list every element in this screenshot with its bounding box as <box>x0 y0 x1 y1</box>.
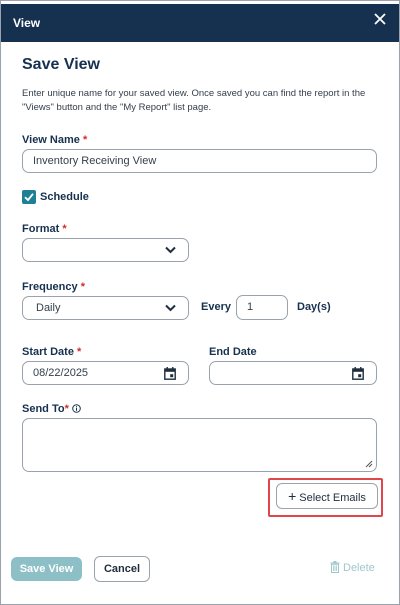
calendar-icon[interactable] <box>352 367 364 380</box>
delete-label: Delete <box>343 562 375 574</box>
start-date-label-text: Start Date <box>22 346 74 358</box>
calendar-icon[interactable] <box>164 367 176 380</box>
required-mark: * <box>80 281 85 293</box>
send-to-label-text: Send To <box>22 403 65 415</box>
required-mark: * <box>64 403 69 415</box>
info-icon[interactable] <box>72 403 81 413</box>
view-name-label: View Name * <box>22 134 87 146</box>
page-title: Save View <box>22 56 100 73</box>
chevron-down-icon <box>165 304 176 312</box>
required-mark: * <box>62 223 67 235</box>
delete-button[interactable]: Delete <box>330 561 375 574</box>
resize-handle-icon[interactable] <box>365 460 373 468</box>
end-date-input[interactable] <box>209 361 377 385</box>
every-input[interactable]: 1 <box>236 295 288 320</box>
required-mark: * <box>77 346 82 358</box>
description-text: Enter unique name for your saved view. O… <box>22 88 366 113</box>
end-date-label: End Date <box>209 346 257 358</box>
plus-icon: + <box>288 488 297 504</box>
every-unit: Day(s) <box>297 301 331 313</box>
trash-icon <box>330 561 340 573</box>
every-label: Every <box>201 301 231 313</box>
frequency-select[interactable]: Daily <box>22 296 189 320</box>
dialog-title: View <box>13 16 41 30</box>
schedule-label: Schedule <box>40 191 89 203</box>
close-icon[interactable] <box>373 12 387 26</box>
chevron-down-icon <box>165 246 176 254</box>
view-name-label-text: View Name <box>22 134 80 146</box>
start-date-value: 08/22/2025 <box>33 367 89 379</box>
cancel-button[interactable]: Cancel <box>94 556 150 582</box>
view-name-input[interactable]: Inventory Receiving View <box>22 149 377 173</box>
format-label-text: Format <box>22 223 60 235</box>
format-select[interactable] <box>22 238 189 262</box>
schedule-checkbox[interactable] <box>22 190 36 204</box>
dialog-header: View <box>1 4 399 42</box>
save-view-button[interactable]: Save View <box>11 557 82 581</box>
frequency-value: Daily <box>36 302 61 314</box>
start-date-label: Start Date * <box>22 346 81 358</box>
required-mark: * <box>82 134 88 146</box>
format-label: Format * <box>22 223 67 235</box>
select-emails-label: Select Emails <box>299 492 366 504</box>
select-emails-button[interactable]: + Select Emails <box>276 483 378 509</box>
start-date-input[interactable]: 08/22/2025 <box>22 361 189 385</box>
check-icon <box>24 193 34 202</box>
send-to-label: Send To* <box>22 403 81 415</box>
frequency-label: Frequency * <box>22 281 85 293</box>
frequency-label-text: Frequency <box>22 281 78 293</box>
every-value: 1 <box>247 301 254 313</box>
send-to-textarea[interactable] <box>22 418 377 472</box>
view-name-value: Inventory Receiving View <box>33 155 157 167</box>
